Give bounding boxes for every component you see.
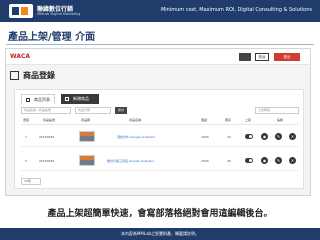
table-row[interactable]: 1 20150930 測試文件 Google Analytics 3000 10… — [21, 127, 299, 147]
row-price: 3000 — [201, 135, 209, 139]
tab-product-list-label: 商品列表 — [34, 97, 50, 102]
menu-button[interactable] — [239, 53, 251, 61]
publish-toggle[interactable] — [245, 158, 253, 163]
category-select[interactable]: 商品分類 — [75, 107, 111, 114]
logo-subtitle: MMLab Digital Marketing — [37, 12, 81, 16]
keyword-input[interactable]: 商品名稱 / 商品編號 — [21, 107, 71, 114]
page-size-select[interactable]: 10筆 — [21, 178, 41, 185]
col-stock: 庫存 — [225, 118, 232, 122]
plus-icon — [65, 97, 69, 101]
col-edit: 編輯 — [277, 118, 284, 122]
product-thumbnail — [79, 131, 95, 142]
row-product-id: 20150930 — [39, 159, 55, 163]
app-brand: WACA — [10, 53, 31, 60]
app-header: WACA 前台 登出 — [6, 49, 310, 65]
sort-select[interactable]: 上架時間 — [255, 107, 299, 114]
search-button[interactable]: 搜尋 — [115, 107, 127, 114]
banner-slogan: Minimum cost, Maximum ROI, Digital Consu… — [160, 7, 312, 13]
caption-text: 產品上架超簡單快速，會寫部落格絕對會用這編輯後台 — [47, 209, 264, 219]
caption-dot: 。 — [263, 209, 273, 219]
tab-product-list[interactable]: 商品列表 — [21, 94, 55, 104]
publish-toggle[interactable] — [245, 134, 253, 139]
row-stock: 10 — [227, 135, 231, 139]
footer-text: 本內容為MMLab之智慧財產，轉載請註明。 — [120, 231, 200, 236]
product-panel: 商品列表 新增商品 商品名稱 / 商品編號 商品分類 搜尋 上架時間 選取 商品… — [14, 89, 304, 189]
filter-row: 商品名稱 / 商品編號 商品分類 搜尋 上架時間 — [21, 107, 299, 115]
storefront-button[interactable]: 前台 — [255, 53, 269, 61]
product-thumbnail — [79, 155, 95, 166]
col-image: 商品圖 — [81, 118, 91, 122]
row-index: 1 — [25, 135, 27, 139]
col-publish: 上架 — [245, 118, 252, 122]
table-row[interactable]: 2 20150930 數位行銷工具包 Google Analytics 2500… — [21, 151, 299, 171]
admin-screenshot: WACA 前台 登出 商品登錄 商品列表 新增商品 商品名稱 / 商品編號 商品… — [5, 48, 311, 196]
col-id: 商品編號 — [43, 118, 56, 122]
col-select: 選取 — [23, 118, 30, 122]
top-banner: 聯緯數位行銷 MMLab Digital Marketing Minimum c… — [0, 0, 320, 22]
col-price: 價錢 — [201, 118, 208, 122]
delete-icon[interactable]: ✕ — [289, 157, 296, 164]
row-index: 2 — [25, 159, 27, 163]
page-title: 產品上架/管理 介面 — [8, 32, 96, 43]
row-stock: 20 — [227, 159, 231, 163]
footer-bar: 本內容為MMLab之智慧財產，轉載請註明。 — [0, 228, 320, 240]
company-logo — [9, 4, 33, 18]
row-product-name[interactable]: 測試文件 Google Analytics — [117, 135, 155, 139]
col-name: 商品名稱 — [129, 118, 142, 122]
list-icon — [26, 98, 30, 102]
row-product-name[interactable]: 數位行銷工具包 Google Analytics — [107, 159, 154, 163]
logout-button[interactable]: 登出 — [274, 53, 300, 61]
delete-icon[interactable]: ✕ — [289, 133, 296, 140]
edit-icon — [10, 71, 19, 80]
edit-icon[interactable]: ✎ — [275, 157, 282, 164]
tab-add-product[interactable]: 新增商品 — [61, 94, 99, 104]
row-price: 2500 — [201, 159, 209, 163]
view-icon[interactable]: ◉ — [261, 157, 268, 164]
title-divider — [6, 44, 314, 45]
edit-icon[interactable]: ✎ — [275, 133, 282, 140]
table-header: 選取 商品編號 商品圖 商品名稱 價錢 庫存 上架 編輯 — [21, 118, 299, 125]
section-title-label: 商品登錄 — [23, 71, 55, 80]
view-icon[interactable]: ◉ — [261, 133, 268, 140]
caption: 產品上架超簡單快速，會寫部落格絕對會用這編輯後台。 — [0, 206, 320, 219]
row-product-id: 20150930 — [39, 135, 55, 139]
tab-add-product-label: 新增商品 — [73, 96, 89, 101]
